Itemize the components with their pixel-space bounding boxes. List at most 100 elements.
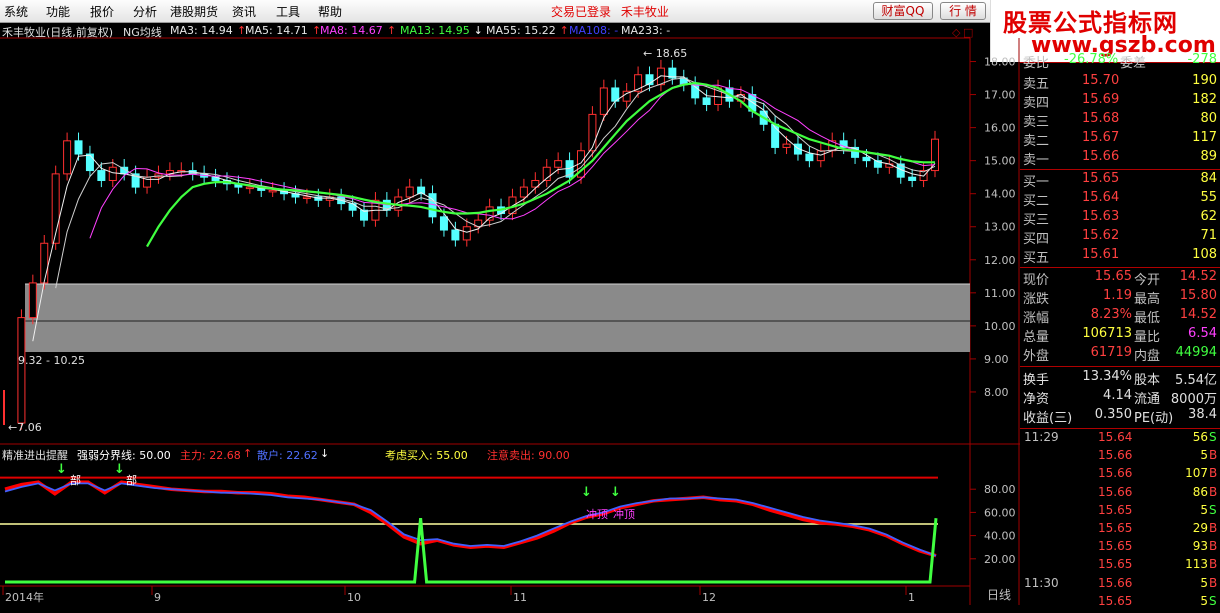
- tick-price: 15.65: [1098, 521, 1133, 535]
- tab-daily[interactable]: 日线: [980, 586, 1018, 604]
- candle-down: [211, 176, 220, 181]
- candle-down: [417, 186, 426, 195]
- stat2-row: 收益(三) 0.350 PE(动) 38.4: [1020, 407, 1220, 426]
- top-arrow-icon: ↓: [610, 485, 621, 500]
- candle-up: [474, 219, 483, 228]
- menu-function[interactable]: 功能: [46, 3, 70, 20]
- ask-row-5: 卖五 15.70 190: [1020, 73, 1220, 92]
- bid-volume: 84: [1200, 171, 1217, 186]
- candle-down: [873, 160, 882, 168]
- candle-down: [360, 209, 369, 221]
- menu-tools[interactable]: 工具: [276, 3, 300, 20]
- stat2-value: 4.14: [1103, 388, 1132, 403]
- tick-row: 15.66 5 B: [1020, 448, 1220, 467]
- login-notice: 交易已登录 禾丰牧业: [551, 3, 669, 20]
- date-tick-label: 10: [347, 591, 361, 604]
- bid-price: 15.65: [1082, 171, 1120, 186]
- sell-hint-label: 注意卖出: 90.00: [487, 449, 570, 462]
- candle-up: [302, 196, 311, 199]
- ma-lines: [32, 75, 936, 342]
- retail-line: [4, 482, 937, 557]
- candle-up: [588, 113, 597, 152]
- candle-down: [200, 173, 209, 178]
- stat-value: 14.52: [1179, 307, 1217, 322]
- market-button[interactable]: 行 情: [940, 2, 986, 20]
- candle-up: [394, 196, 403, 211]
- candle-up: [554, 160, 563, 168]
- candle-down: [222, 179, 231, 185]
- tick-price: 15.65: [1098, 502, 1133, 517]
- ma-legend-arrow: ↑: [387, 24, 397, 37]
- price-tick-label: 9.00: [984, 353, 1009, 366]
- candle-down: [691, 84, 700, 99]
- chart-option-icon[interactable]: ◇: [952, 26, 961, 39]
- bid-price: 15.63: [1082, 209, 1120, 224]
- bid-price: 15.62: [1082, 228, 1120, 243]
- candle-down: [131, 173, 140, 188]
- current-stock-name: 禾丰牧业: [620, 5, 669, 19]
- bid-label: 买二: [1023, 194, 1050, 209]
- menu-news[interactable]: 资讯: [232, 3, 256, 20]
- bid-price: 15.64: [1082, 190, 1120, 205]
- tick-price: 15.66: [1098, 466, 1133, 481]
- indicator-name: NG均线: [123, 26, 162, 39]
- stat2-label: 股本: [1134, 373, 1161, 388]
- candle-down: [702, 97, 711, 105]
- price-tick-label: 12.00: [984, 254, 1016, 267]
- menu-hk-futures[interactable]: 港股期货: [170, 3, 218, 20]
- price-tick-label: 8.00: [984, 386, 1009, 399]
- candle-down: [862, 156, 871, 162]
- weicha-label: 委差: [1120, 56, 1147, 71]
- ma-legend-item: MA8: 14.67: [320, 24, 383, 37]
- stat2-label: PE(动): [1134, 411, 1174, 426]
- ask-price: 15.69: [1082, 92, 1120, 107]
- candle-up: [405, 186, 414, 198]
- price-tick-label: 14.00: [984, 188, 1016, 201]
- retail-arrow: ↓: [320, 447, 330, 460]
- tick-row: 11:29 15.64 56 S: [1020, 430, 1220, 449]
- tick-price: 15.66: [1098, 448, 1133, 463]
- menu-quote[interactable]: 报价: [90, 3, 114, 20]
- candle-down: [439, 216, 448, 231]
- date-tick-label: 2014年: [5, 590, 44, 604]
- ask-volume: 182: [1192, 92, 1217, 107]
- tick-side: B: [1209, 466, 1218, 481]
- chart-close-icon[interactable]: □: [963, 26, 973, 39]
- ma-legend-arrow: ↓: [473, 24, 483, 37]
- candle-down: [725, 87, 734, 102]
- tick-side: B: [1209, 484, 1218, 499]
- tick-side: B: [1209, 521, 1218, 535]
- date-tick-label: 12: [702, 591, 716, 604]
- bid-volume: 62: [1200, 209, 1217, 224]
- candle-up: [371, 199, 380, 221]
- candle-up: [108, 166, 117, 181]
- ma-legend-item: MA233: -: [621, 24, 671, 37]
- wealth-qq-button[interactable]: 财富QQ: [873, 2, 933, 20]
- menu-system[interactable]: 系统: [4, 3, 28, 20]
- tick-row: 15.65 5 S: [1020, 594, 1220, 613]
- tick-row: 15.65 93 B: [1020, 539, 1220, 558]
- menu-analysis[interactable]: 分析: [133, 3, 157, 20]
- stat-row: 外盘 61719 内盘 44994: [1020, 345, 1220, 364]
- tick-side: S: [1209, 502, 1217, 517]
- weibi-label: 委比: [1023, 56, 1050, 71]
- bottom-signal-label: 部: [70, 473, 81, 487]
- range-marker: 9.32 - 10.25: [18, 354, 85, 367]
- stat-value: 15.80: [1179, 288, 1217, 303]
- sub-chart-title: 精准进出提醒: [2, 449, 68, 462]
- candles: [17, 59, 939, 430]
- ma-legend-item: MA55: 15.22: [486, 24, 556, 37]
- stat-row: 涨幅 8.23% 最低 14.52: [1020, 307, 1220, 326]
- candle-up: [531, 179, 540, 188]
- price-tick-label: 11.00: [984, 287, 1016, 300]
- tick-time: 11:30: [1024, 575, 1059, 590]
- stat-label: 总量: [1023, 330, 1050, 345]
- tick-side: B: [1209, 575, 1218, 590]
- low-marker: ←7.06: [8, 421, 42, 434]
- candle-down: [451, 229, 460, 241]
- candle-up: [919, 170, 928, 181]
- stat2-row: 净资 4.14 流通 8000万: [1020, 388, 1220, 407]
- menu-help[interactable]: 帮助: [318, 3, 342, 20]
- signal-line: [5, 518, 938, 584]
- candle-down: [668, 67, 677, 79]
